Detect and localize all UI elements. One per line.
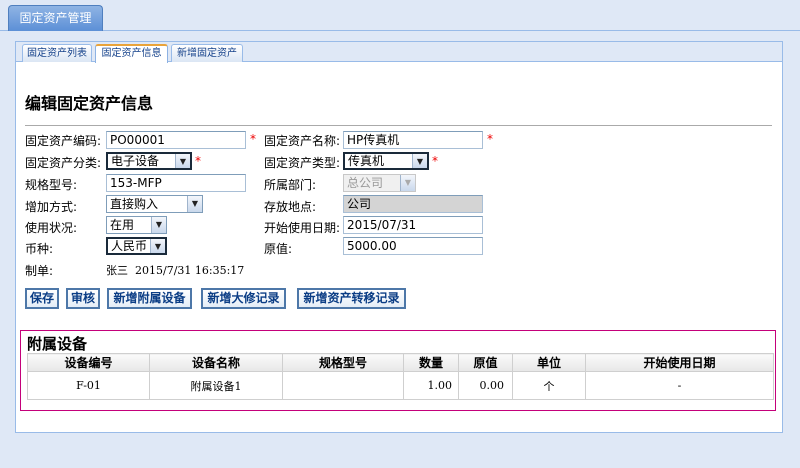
usage-status-select[interactable]: 在用 ▼ — [106, 216, 167, 234]
chevron-down-icon: ▼ — [150, 239, 165, 253]
accessory-title: 附属设备 — [27, 335, 88, 353]
audit-button[interactable]: 审核 — [66, 288, 100, 309]
table-row[interactable]: F-01 附属设备1 1.00 0.00 个 - — [27, 371, 774, 400]
chevron-down-icon: ▼ — [412, 154, 427, 168]
currency-label: 币种: — [25, 242, 54, 256]
add-method-label: 增加方式: — [25, 200, 78, 214]
cell-quantity: 1.00 — [403, 371, 459, 400]
accessory-section: 附属设备 设备编号 设备名称 规格型号 数量 原值 单位 开始使用日期 F-01… — [20, 330, 776, 411]
location-input[interactable]: 公司 — [343, 195, 483, 213]
asset-name-input[interactable]: HP传真机 — [343, 131, 483, 149]
start-date-label: 开始使用日期: — [264, 221, 341, 235]
asset-type-required: * — [432, 154, 438, 168]
asset-panel: 固定资产列表 固定资产信息 新增固定资产 编辑固定资产信息 固定资产编码: PO… — [15, 41, 783, 433]
department-label: 所属部门: — [264, 178, 317, 192]
asset-code-label: 固定资产编码: — [25, 134, 102, 148]
col-original-value[interactable]: 原值 — [458, 353, 513, 372]
outer-body: 固定资产列表 固定资产信息 新增固定资产 编辑固定资产信息 固定资产编码: PO… — [0, 31, 800, 468]
inner-tabbar: 固定资产列表 固定资产信息 新增固定资产 — [16, 42, 782, 63]
asset-code-required: * — [250, 132, 256, 146]
department-select[interactable]: 总公司 ▼ — [343, 174, 416, 192]
col-start-date[interactable]: 开始使用日期 — [585, 353, 774, 372]
original-value-input[interactable]: 5000.00 — [343, 237, 483, 255]
department-value: 总公司 — [347, 176, 384, 190]
asset-category-required: * — [195, 154, 201, 168]
col-unit[interactable]: 单位 — [512, 353, 586, 372]
start-date-input[interactable]: 2015/07/31 — [343, 216, 483, 234]
title-divider — [25, 125, 772, 126]
col-quantity[interactable]: 数量 — [403, 353, 459, 372]
asset-type-value: 传真机 — [348, 154, 385, 168]
col-device-code[interactable]: 设备编号 — [27, 353, 150, 372]
original-value-label: 原值: — [264, 242, 293, 256]
chevron-down-icon: ▼ — [400, 175, 415, 191]
currency-select[interactable]: 人民币 ▼ — [106, 237, 167, 255]
add-accessory-button[interactable]: 新增附属设备 — [107, 288, 192, 309]
currency-value: 人民币 — [111, 239, 148, 253]
cell-device-name: 附属设备1 — [149, 371, 283, 400]
creator-value: 张三 2015/7/31 16:35:17 — [106, 264, 245, 277]
chevron-down-icon: ▼ — [151, 217, 166, 233]
spec-model-input[interactable]: 153-MFP — [106, 174, 246, 192]
usage-status-label: 使用状况: — [25, 221, 78, 235]
asset-type-label: 固定资产类型: — [264, 156, 341, 170]
col-spec-model[interactable]: 规格型号 — [282, 353, 404, 372]
asset-type-select[interactable]: 传真机 ▼ — [343, 152, 429, 170]
asset-code-input[interactable]: PO00001 — [106, 131, 246, 149]
cell-original-value: 0.00 — [458, 371, 513, 400]
spec-model-label: 规格型号: — [25, 178, 78, 192]
tab-asset-list[interactable]: 固定资产列表 — [22, 44, 92, 62]
asset-name-required: * — [487, 132, 493, 146]
outer-tabbar: 固定资产管理 — [0, 0, 800, 32]
add-repair-button[interactable]: 新增大修记录 — [201, 288, 286, 309]
add-method-select[interactable]: 直接购入 ▼ — [106, 195, 203, 213]
tab-add-asset[interactable]: 新增固定资产 — [171, 44, 243, 62]
asset-name-label: 固定资产名称: — [264, 134, 341, 148]
usage-status-value: 在用 — [110, 218, 135, 232]
tab-asset-management[interactable]: 固定资产管理 — [8, 5, 103, 32]
cell-unit: 个 — [512, 371, 586, 400]
table-header-row: 设备编号 设备名称 规格型号 数量 原值 单位 开始使用日期 — [27, 353, 774, 372]
tab-asset-info[interactable]: 固定资产信息 — [95, 44, 168, 63]
app-window: 固定资产管理 固定资产列表 固定资产信息 新增固定资产 编辑固定资产信息 固定资… — [0, 0, 800, 468]
add-transfer-button[interactable]: 新增资产转移记录 — [297, 288, 406, 309]
cell-device-code: F-01 — [27, 371, 150, 400]
save-button[interactable]: 保存 — [25, 288, 59, 309]
cell-spec-model — [282, 371, 404, 400]
cell-start-date: - — [585, 371, 774, 400]
chevron-down-icon: ▼ — [175, 154, 190, 168]
asset-category-select[interactable]: 电子设备 ▼ — [106, 152, 192, 170]
col-device-name[interactable]: 设备名称 — [149, 353, 283, 372]
location-label: 存放地点: — [264, 200, 317, 214]
page-title: 编辑固定资产信息 — [25, 94, 154, 113]
accessory-table: 设备编号 设备名称 规格型号 数量 原值 单位 开始使用日期 F-01 附属设备 — [27, 353, 774, 400]
creator-label: 制单: — [25, 264, 54, 278]
chevron-down-icon: ▼ — [187, 196, 202, 212]
asset-category-label: 固定资产分类: — [25, 156, 102, 170]
asset-category-value: 电子设备 — [111, 154, 160, 168]
add-method-value: 直接购入 — [110, 197, 159, 211]
